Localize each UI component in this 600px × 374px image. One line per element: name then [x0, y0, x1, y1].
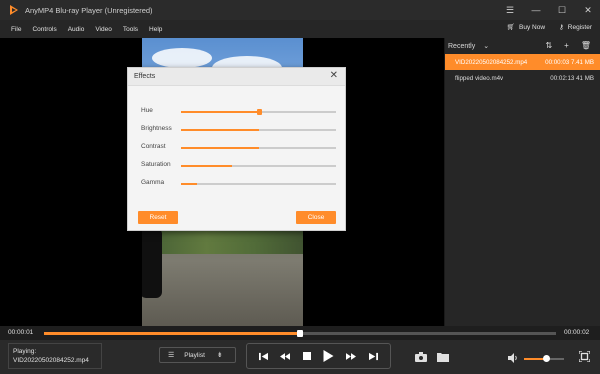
effect-label: Brightness — [141, 125, 172, 132]
current-time: 00:00:01 — [8, 329, 34, 336]
delete-icon[interactable]: 🗑︎ — [581, 41, 591, 50]
effects-dialog-title: Effects — [134, 73, 156, 80]
playlist-item-size: 41 MB — [576, 74, 594, 82]
next-icon[interactable] — [368, 352, 378, 361]
effect-label: Saturation — [141, 161, 171, 168]
folder-icon[interactable] — [437, 349, 449, 367]
effect-row-saturation: Saturation — [141, 161, 341, 171]
rewind-icon[interactable] — [280, 352, 291, 361]
playlist-item-duration: 00:02:13 — [550, 74, 575, 82]
gamma-slider[interactable] — [181, 183, 336, 185]
playlist-header-label: Recently — [448, 42, 476, 50]
app-logo-icon — [10, 5, 18, 15]
playlist-button-label: Playlist — [184, 351, 205, 359]
volume-control — [508, 350, 564, 368]
effect-label: Contrast — [141, 143, 166, 150]
playlist-item-duration: 00:00:03 — [545, 58, 570, 66]
register-button[interactable]: ⚷ Register — [559, 23, 592, 32]
menu-help[interactable]: Help — [149, 26, 162, 33]
total-time: 00:00:02 — [564, 329, 590, 336]
hue-slider[interactable] — [181, 109, 336, 115]
saturation-slider-fill — [181, 165, 233, 167]
menu-file[interactable]: File — [11, 26, 21, 33]
register-label: Register — [567, 23, 592, 31]
seek-bar[interactable] — [44, 330, 556, 337]
effect-row-brightness: Brightness — [141, 125, 341, 135]
close-icon[interactable]: ✕ — [330, 71, 338, 81]
title-bar: AnyMP4 Blu-ray Player (Unregistered) ☰ —… — [0, 0, 600, 20]
volume-icon[interactable] — [508, 350, 518, 368]
effect-row-hue: Hue — [141, 107, 341, 117]
menu-controls[interactable]: Controls — [32, 26, 56, 33]
chevron-down-icon: ⌄ — [483, 43, 490, 50]
playlist-item[interactable]: flipped video.m4v 00:02:13 41 MB — [445, 70, 600, 86]
snapshot-icon[interactable] — [415, 349, 427, 367]
cart-icon: 🛒︎ — [506, 24, 515, 31]
fast-forward-icon[interactable] — [346, 352, 357, 361]
stop-icon[interactable] — [302, 352, 311, 360]
app-title: AnyMP4 Blu-ray Player (Unregistered) — [25, 5, 153, 15]
buy-now-label: Buy Now — [519, 23, 546, 31]
hue-slider-fill — [181, 111, 259, 113]
effects-dialog-header: Effects ✕ — [128, 68, 345, 86]
key-icon: ⚷ — [559, 24, 564, 31]
seek-handle[interactable] — [297, 330, 303, 337]
gamma-slider-fill — [181, 183, 197, 185]
now-playing-label: Playing: — [13, 348, 37, 355]
progress-row: 00:00:01 00:00:02 — [0, 326, 600, 340]
brightness-slider-fill — [181, 129, 259, 131]
controls-bar: Playing: VID20220502084252.mp4 ☰ Playlis… — [0, 340, 600, 374]
list-icon: ☰ — [168, 352, 175, 359]
effect-label: Hue — [141, 107, 153, 114]
fullscreen-icon[interactable] — [578, 349, 591, 367]
close-window-icon[interactable]: ✕ — [582, 4, 594, 16]
sort-icon[interactable]: ⇅ — [545, 41, 552, 50]
seek-bar-fill — [44, 332, 300, 335]
saturation-slider[interactable] — [181, 165, 336, 167]
playlist-button[interactable]: ☰ Playlist ⇟ — [159, 347, 236, 363]
playlist-item-size: 7.41 MB — [570, 58, 594, 66]
menu-bar: File Controls Audio Video Tools Help 🛒︎ … — [0, 20, 600, 38]
previous-icon[interactable] — [259, 352, 269, 361]
volume-handle[interactable] — [543, 355, 550, 362]
effect-row-gamma: Gamma — [141, 179, 341, 189]
brightness-slider[interactable] — [181, 129, 336, 131]
minimize-icon[interactable]: — — [530, 4, 542, 16]
playlist-item-name: flipped video.m4v — [455, 74, 504, 82]
effects-dialog: Effects ✕ Hue Brightness Contrast Satura… — [127, 67, 346, 231]
maximize-icon[interactable]: ☐ — [556, 4, 568, 16]
playlist-item[interactable]: VID20220502084252.mp4 00:00:03 7.41 MB — [445, 54, 600, 70]
transport-controls — [246, 343, 391, 369]
contrast-slider[interactable] — [181, 147, 336, 149]
menu-tools[interactable]: Tools — [123, 26, 138, 33]
now-playing-box: Playing: VID20220502084252.mp4 — [8, 343, 102, 369]
hue-slider-handle[interactable] — [256, 109, 262, 115]
list-sort-icon: ⇟ — [216, 352, 223, 359]
effect-row-contrast: Contrast — [141, 143, 341, 153]
now-playing-file: VID20220502084252.mp4 — [13, 357, 89, 364]
reset-button[interactable]: Reset — [138, 211, 178, 224]
contrast-slider-fill — [181, 147, 259, 149]
menu-icon[interactable]: ☰ — [504, 4, 516, 16]
add-icon[interactable]: + — [564, 41, 569, 50]
volume-slider[interactable] — [524, 355, 564, 362]
playlist-panel: Recently ⌄ ⇅ + 🗑︎ VID20220502084252.mp4 … — [444, 38, 600, 326]
video-mirror — [142, 228, 162, 298]
close-button[interactable]: Close — [296, 211, 336, 224]
playlist-item-name: VID20220502084252.mp4 — [455, 58, 528, 66]
menu-audio[interactable]: Audio — [68, 26, 85, 33]
play-icon[interactable] — [323, 350, 334, 362]
buy-now-button[interactable]: 🛒︎ Buy Now — [506, 23, 546, 32]
menu-video[interactable]: Video — [95, 26, 112, 33]
effect-label: Gamma — [141, 179, 165, 186]
